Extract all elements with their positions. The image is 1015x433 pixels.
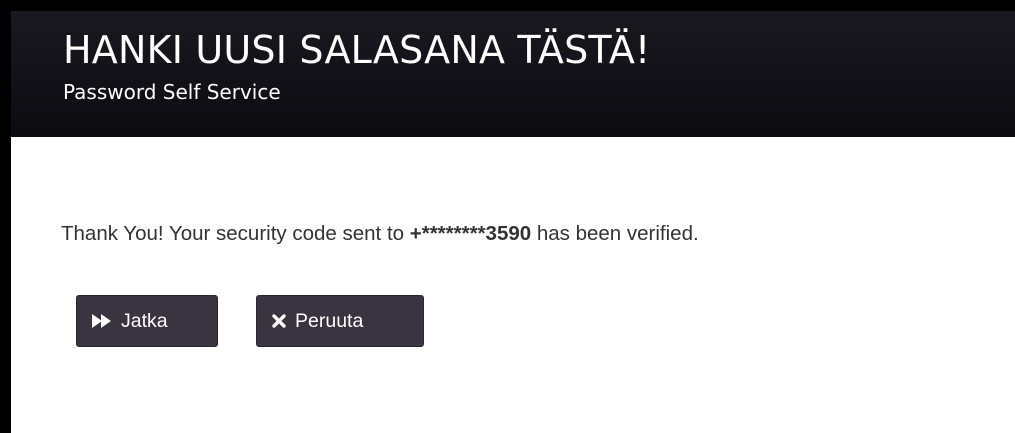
continue-label: Jatka xyxy=(121,309,168,332)
page-header: HANKI UUSI SALASANA TÄSTÄ! Password Self… xyxy=(11,11,1015,137)
masked-phone-number: +********3590 xyxy=(409,222,532,245)
verification-message: Thank You! Your security code sent to +*… xyxy=(61,222,699,246)
continue-button[interactable]: Jatka xyxy=(76,295,218,347)
message-suffix: has been verified. xyxy=(531,222,699,245)
fast-forward-icon xyxy=(91,313,113,329)
cancel-button[interactable]: Peruuta xyxy=(256,295,424,347)
page-title: HANKI UUSI SALASANA TÄSTÄ! xyxy=(63,28,651,72)
cancel-label: Peruuta xyxy=(295,309,364,332)
close-icon xyxy=(271,313,287,329)
message-prefix: Thank You! Your security code sent to xyxy=(61,222,410,245)
page-subtitle: Password Self Service xyxy=(63,80,281,104)
